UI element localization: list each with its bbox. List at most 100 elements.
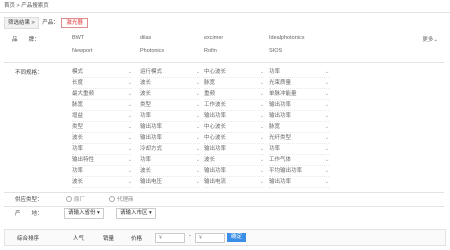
brand-link[interactable]: Photonics: [140, 48, 164, 54]
spec-label: 波长: [140, 168, 152, 174]
spec-filter-dropdown[interactable]: 长度 ⌄: [72, 78, 132, 89]
spec-filter-dropdown[interactable]: 功率 ⌄: [72, 144, 132, 155]
spec-filter-dropdown[interactable]: 类型 ⌄: [72, 122, 132, 133]
spec-filter-dropdown[interactable]: 功率 ⌄: [140, 155, 200, 166]
spec-filter-dropdown[interactable]: 增益 ⌄: [72, 111, 132, 122]
spec-filter-dropdown[interactable]: 脉宽 ⌄: [72, 100, 132, 111]
spec-filter-dropdown[interactable]: 波长 ⌄: [140, 89, 200, 100]
chevron-down-icon: ⌄: [324, 69, 329, 75]
spec-filter-dropdown[interactable]: 波长 ⌄: [140, 166, 200, 177]
spec-filter-dropdown[interactable]: 中心波长 ⌄: [204, 133, 264, 144]
sort-sales[interactable]: 销量: [103, 234, 114, 242]
radio-icon: [66, 196, 72, 202]
spec-filter-dropdown[interactable]: 光纤类型 ⌄: [269, 133, 329, 144]
brand-link[interactable]: dilas: [140, 35, 151, 41]
price-max-input[interactable]: ¥: [195, 233, 225, 243]
radio-icon: [109, 196, 115, 202]
spec-filter-dropdown[interactable]: 输出电压 ⌄: [140, 177, 200, 188]
spec-label: 模式: [72, 69, 84, 75]
city-select[interactable]: 请输入市区 ▾: [116, 208, 156, 219]
spec-filter-dropdown[interactable]: 单脉冲能量 ⌄: [269, 89, 329, 100]
spec-filter-dropdown[interactable]: 输出功率 ⌄: [204, 166, 264, 177]
chevron-down-icon: ⌄: [324, 168, 329, 174]
breadcrumb-home-link[interactable]: 首页: [4, 2, 15, 11]
price-min-input[interactable]: ¥: [155, 233, 185, 243]
spec-filter-dropdown[interactable]: 冷却方式 ⌄: [140, 144, 200, 155]
spec-label: 输出功率: [204, 168, 227, 174]
chevron-down-icon: ⌄: [259, 80, 264, 86]
radio-label: 原厂: [74, 197, 86, 203]
radio-original-factory[interactable]: 原厂: [66, 195, 85, 203]
spec-label: 脉宽: [204, 80, 216, 86]
chevron-down-icon: ⌄: [127, 91, 132, 97]
spec-filter-dropdown[interactable]: 中心波长 ⌄: [204, 67, 264, 78]
spec-label: 功率: [140, 157, 152, 163]
spec-filter-dropdown[interactable]: 工作波长 ⌄: [204, 100, 264, 111]
brand-link[interactable]: Idealphotonics: [269, 35, 304, 41]
chevron-down-icon: ⌄: [195, 157, 200, 163]
spec-label: 输出功率: [140, 135, 163, 141]
spec-filter-dropdown[interactable]: 类型 ⌄: [140, 100, 200, 111]
spec-filter-dropdown[interactable]: 波长 ⌄: [72, 177, 132, 188]
brand-filter-row: 品 牌： BWT dilas excimer Idealphotonics Ne…: [4, 30, 444, 63]
spec-label: 波长: [72, 135, 84, 141]
spec-filter-dropdown[interactable]: 输出功率 ⌄: [204, 111, 264, 122]
filter-results-label: 筛选结果 >: [4, 17, 39, 29]
brand-link[interactable]: SIOS: [269, 48, 282, 54]
spec-filter-dropdown[interactable]: 输出功率 ⌄: [140, 133, 200, 144]
spec-label: 输出功率: [204, 113, 227, 119]
brand-link[interactable]: excimer: [204, 35, 223, 41]
more-brands-button[interactable]: 更多⌄: [422, 35, 438, 43]
breadcrumb: 首页 > 产品搜索页: [4, 2, 49, 11]
spec-label: 功率: [269, 146, 281, 152]
price-confirm-button[interactable]: 确定: [227, 233, 247, 242]
spec-filter-dropdown[interactable]: 功率 ⌄: [269, 67, 329, 78]
sort-price[interactable]: 价格: [131, 234, 142, 242]
price-dash: -: [189, 233, 191, 239]
city-label: 请输入市区: [120, 210, 148, 216]
sort-comprehensive[interactable]: 综合排序: [17, 234, 39, 242]
sort-popularity[interactable]: 人气: [73, 234, 84, 242]
spec-label: 冷却方式: [140, 146, 163, 152]
chevron-down-icon: ⌄: [324, 124, 329, 130]
spec-filter-dropdown[interactable]: 脉宽 ⌄: [204, 78, 264, 89]
spec-filter-dropdown[interactable]: 输出功率 ⌄: [269, 100, 329, 111]
spec-label: 功率: [269, 69, 281, 75]
spec-label: 输出电压: [140, 179, 163, 185]
spec-filter-dropdown[interactable]: 输出功率 ⌄: [269, 111, 329, 122]
brand-link[interactable]: BWT: [72, 35, 84, 41]
spec-filter-dropdown[interactable]: 运行模式 ⌄: [140, 67, 200, 78]
spec-filter-dropdown[interactable]: 波长 ⌄: [140, 78, 200, 89]
spec-filter-dropdown[interactable]: 输出功率 ⌄: [269, 177, 329, 188]
spec-filter-dropdown[interactable]: 输出功率 ⌄: [204, 144, 264, 155]
spec-filter-dropdown[interactable]: 模式 ⌄: [72, 67, 132, 78]
spec-filter-dropdown[interactable]: 功率 ⌄: [269, 144, 329, 155]
brand-link[interactable]: Rofin: [204, 48, 217, 54]
spec-filter-dropdown[interactable]: 最大重频 ⌄: [72, 89, 132, 100]
spec-filter-dropdown[interactable]: 输出功率 ⌄: [140, 122, 200, 133]
spec-label: 最大重频: [72, 91, 95, 97]
filter-results-row: 筛选结果 > 产品： 激光器: [4, 17, 88, 29]
spec-filter-dropdown[interactable]: 功率 ⌄: [140, 111, 200, 122]
spec-filter-dropdown[interactable]: 功率 ⌄: [72, 166, 132, 177]
chevron-down-icon: ⌄: [127, 179, 132, 185]
chevron-down-icon: ⌄: [324, 179, 329, 185]
spec-filter-dropdown[interactable]: 重频 ⌄: [204, 89, 264, 100]
spec-label: 长度: [72, 80, 84, 86]
chevron-down-icon: ⌄: [324, 157, 329, 163]
spec-filter-dropdown[interactable]: 波长 ⌄: [204, 155, 264, 166]
spec-filter-dropdown[interactable]: 波长 ⌄: [72, 133, 132, 144]
product-filter-tag[interactable]: 激光器: [61, 18, 88, 28]
spec-filter-dropdown[interactable]: 脉宽 ⌄: [269, 122, 329, 133]
spec-filter-dropdown[interactable]: 光束质量 ⌄: [269, 78, 329, 89]
spec-filter-dropdown[interactable]: 中心波长 ⌄: [204, 122, 264, 133]
spec-filter-dropdown[interactable]: 平均输出功率 ⌄: [269, 166, 329, 177]
spec-filter-dropdown[interactable]: 输出特性 ⌄: [72, 155, 132, 166]
radio-agent[interactable]: 代理商: [109, 195, 134, 203]
province-select[interactable]: 请输入省份 ▾: [64, 208, 104, 219]
spec-label: 单脉冲能量: [269, 91, 297, 97]
brand-link[interactable]: Newport: [72, 48, 92, 54]
spec-filter-dropdown[interactable]: 输出电流 ⌄: [204, 177, 264, 188]
chevron-down-icon: ⌄: [195, 146, 200, 152]
spec-filter-dropdown[interactable]: 工作气体 ⌄: [269, 155, 329, 166]
